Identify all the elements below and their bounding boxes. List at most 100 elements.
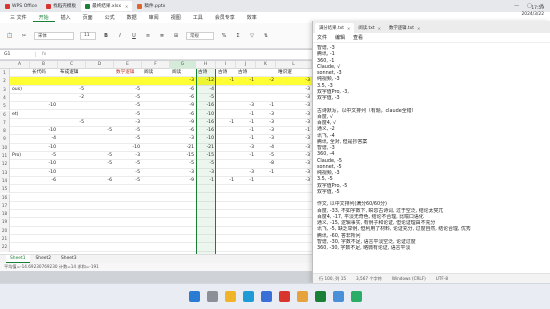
table-cell[interactable]: -1 [236, 135, 256, 143]
table-cell[interactable] [236, 243, 256, 251]
store-icon[interactable] [260, 291, 272, 302]
table-cell[interactable] [58, 152, 86, 160]
table-cell[interactable] [276, 218, 312, 226]
table-cell[interactable] [10, 227, 30, 235]
close-icon[interactable]: ✕ [347, 26, 350, 31]
table-cell[interactable] [170, 194, 196, 202]
column-header[interactable]: G [170, 61, 196, 69]
table-cell[interactable] [10, 102, 30, 110]
table-cell[interactable] [58, 160, 86, 168]
table-cell[interactable]: -3 [256, 119, 276, 127]
table-cell[interactable] [142, 202, 170, 210]
spreadsheet-grid[interactable]: ABCDEFGHIJKL 1 长代码 布成逻辑 数学逻辑 阅读 阅读 古诗 古诗 古诗 唯识逻 2-… [0, 61, 312, 254]
sheet-tab[interactable]: Sheet1 [6, 255, 30, 263]
column-header[interactable]: C [58, 61, 86, 69]
row-number[interactable]: 1 [0, 69, 10, 78]
table-cell[interactable] [30, 243, 58, 251]
table-cell[interactable] [276, 210, 312, 218]
row-number[interactable]: 12 [0, 160, 10, 169]
notepad-menu-item[interactable]: 编辑 [335, 34, 345, 41]
tab-wps-office[interactable]: WPS Office [1, 1, 41, 11]
table-cell[interactable]: -3 [276, 94, 312, 102]
table-cell[interactable]: -5 [170, 160, 196, 168]
table-cell[interactable] [256, 194, 276, 202]
table-cell[interactable]: -8 [256, 160, 276, 168]
sort-icon[interactable]: ⇅ [262, 32, 270, 40]
table-cell[interactable]: -3 [114, 119, 142, 127]
fx-icon[interactable]: fx [36, 52, 46, 57]
table-cell[interactable] [86, 111, 114, 119]
table-cell[interactable] [256, 202, 276, 210]
table-cell[interactable] [58, 210, 86, 218]
notepad-tab[interactable]: 阅读.txt ✕ [354, 23, 385, 33]
table-cell[interactable] [86, 69, 114, 77]
table-cell[interactable]: -21 [170, 144, 196, 152]
table-cell[interactable] [276, 185, 312, 193]
table-cell[interactable] [30, 194, 58, 202]
table-cell[interactable] [10, 185, 30, 193]
table-cell[interactable]: 古诗 [216, 69, 236, 77]
menu-item[interactable]: 插入 [55, 14, 77, 21]
column-header[interactable]: E [114, 61, 142, 69]
table-cell[interactable] [86, 194, 114, 202]
table-cell[interactable]: -5 [30, 152, 58, 160]
table-cell[interactable] [236, 160, 256, 168]
table-cell[interactable] [10, 202, 30, 210]
table-cell[interactable]: -1 [256, 102, 276, 110]
row-number[interactable]: 13 [0, 168, 10, 177]
table-cell[interactable] [86, 144, 114, 152]
table-cell[interactable] [10, 69, 30, 77]
table-cell[interactable]: -5 [256, 152, 276, 160]
table-cell[interactable] [114, 210, 142, 218]
table-cell[interactable]: -5 [114, 102, 142, 110]
table-cell[interactable] [276, 227, 312, 235]
table-cell[interactable] [86, 218, 114, 226]
table-cell[interactable]: -1 [236, 152, 256, 160]
table-cell[interactable]: -5 [58, 119, 86, 127]
row-number[interactable]: 7 [0, 118, 10, 128]
table-cell[interactable] [142, 111, 170, 119]
table-cell[interactable] [30, 86, 58, 94]
table-cell[interactable] [216, 202, 236, 210]
table-cell[interactable] [86, 210, 114, 218]
table-cell[interactable] [216, 86, 236, 94]
table-cell[interactable]: -10 [196, 111, 216, 119]
table-cell[interactable] [10, 144, 30, 152]
table-cell[interactable] [114, 194, 142, 202]
row-number[interactable]: 14 [0, 176, 10, 186]
bold-icon[interactable]: B [102, 32, 110, 40]
table-cell[interactable] [170, 235, 196, 243]
table-cell[interactable]: -1 [236, 77, 256, 85]
table-cell[interactable] [142, 227, 170, 235]
menu-item[interactable]: 审阅 [143, 14, 165, 21]
table-cell[interactable] [30, 185, 58, 193]
table-cell[interactable] [30, 218, 58, 226]
table-cell[interactable] [142, 194, 170, 202]
table-cell[interactable]: -3 [196, 169, 216, 177]
row-number[interactable]: 18 [0, 210, 10, 219]
table-cell[interactable] [216, 218, 236, 226]
table-cell[interactable]: -16 [196, 127, 216, 135]
table-cell[interactable] [114, 202, 142, 210]
table-cell[interactable] [10, 235, 30, 243]
table-cell[interactable]: -10 [114, 144, 142, 152]
row-number[interactable]: 20 [0, 226, 10, 235]
table-cell[interactable] [196, 218, 216, 226]
table-cell[interactable] [216, 152, 236, 160]
menu-item[interactable]: 视图 [165, 14, 187, 21]
table-cell[interactable]: -5 [114, 94, 142, 102]
menu-item[interactable]: 数据 [121, 14, 143, 21]
table-cell[interactable] [256, 227, 276, 235]
table-cell[interactable] [30, 77, 58, 85]
table-cell[interactable]: -2 [256, 77, 276, 85]
table-cell[interactable]: -3 [276, 111, 312, 119]
align-center-icon[interactable]: ≣ [158, 32, 166, 40]
table-cell[interactable]: -3 [256, 127, 276, 135]
sum-icon[interactable]: Σ [234, 32, 242, 40]
table-cell[interactable] [86, 185, 114, 193]
table-cell[interactable] [142, 102, 170, 110]
table-cell[interactable] [236, 202, 256, 210]
table-cell[interactable] [58, 135, 86, 143]
table-cell[interactable] [10, 194, 30, 202]
table-cell[interactable] [216, 127, 236, 135]
